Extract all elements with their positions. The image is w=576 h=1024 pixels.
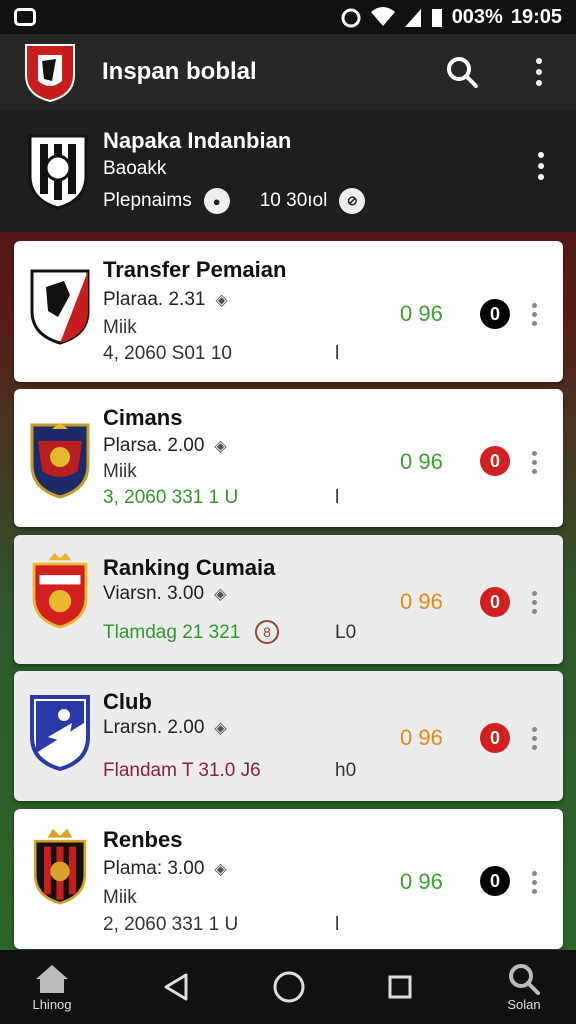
team-subtitle: Baoakk [103,158,167,179]
card-more-icon[interactable] [532,303,537,326]
alarm-icon [341,8,361,28]
card-line3-text: Flandam T 31.0 J6 [103,760,261,781]
header-overflow-icon[interactable] [538,152,544,180]
card-line3: 2, 2060 331 1 U l [103,914,339,936]
card-line1: Viarsn. 3.00 ◈ [103,583,226,605]
club-crest-icon [32,552,88,629]
card-line3: 3, 2060 331 1 U l [103,487,339,509]
card-line1: Plaraa. 2.31 ◈ [103,289,228,311]
home-circle-icon[interactable] [272,970,306,1004]
card-pill: 0 [480,446,510,476]
overflow-menu-icon[interactable] [524,58,554,86]
home-icon [36,964,68,993]
back-icon[interactable] [162,972,192,1002]
bottom-nav: Lhinog Solan [0,950,576,1024]
card-line3-text: 3, 2060 331 1 U [103,487,239,508]
diamond-icon: ◈ [215,292,228,309]
card-line2: Miik [103,317,137,338]
app-title: Inspan boblal [102,58,257,85]
card-title: Ranking Cumaia [103,555,276,580]
card-line3: Tlamdag 21 321 8 L0 [103,620,356,644]
card-line1-text: Plaraa. 2.31 [103,289,206,310]
card-line1: Plarsa. 2.00 ◈ [103,435,227,457]
club-crest-icon [33,828,87,905]
diamond-icon: ◈ [214,586,227,603]
card-line3-end: h0 [335,760,357,781]
wifi-icon [370,7,395,26]
card-title: Transfer Pemaian [103,257,287,282]
card-line1: Lrarsn. 2.00 ◈ [103,717,227,739]
stat-value: 10 30ıol [259,190,328,211]
card-more-icon[interactable] [532,591,537,614]
recents-icon[interactable] [386,973,414,1001]
card-score: 0 96 [400,725,443,750]
signal-icon [404,9,421,27]
notification-icon [14,8,36,26]
card-line3-text: 2, 2060 331 1 U [103,914,239,935]
club-crest-icon [30,423,90,499]
ball-icon: ⊘ [339,188,366,214]
card-line3: 4, 2060 S01 10 l [103,343,339,365]
card-more-icon[interactable] [532,871,537,894]
status-bar: 003% 19:05 [0,0,576,34]
card-pill: 0 [480,587,510,617]
club-crest-icon [30,269,90,345]
nav-search[interactable]: Solan [494,963,554,1012]
card-title: Cimans [103,405,183,430]
card-pill: 0 [480,866,510,896]
team-name: Napaka Indanbian [103,128,292,153]
nav-search-label: Solan [507,996,541,1012]
diamond-icon: ◈ [214,720,227,737]
app-logo-icon [25,44,75,103]
search-icon [509,963,540,995]
diamond-icon: ◈ [214,438,227,455]
card-line1-text: Viarsn. 3.00 [103,583,205,604]
copyright-icon: 8 [255,620,279,644]
card-line3-text: 4, 2060 S01 10 [103,343,232,364]
clock-time: 19:05 [510,5,562,28]
card-score: 0 96 [400,589,443,614]
diamond-icon: ◈ [214,861,227,878]
battery-icon [431,9,442,27]
team-crest-icon [28,134,88,210]
card-line3-end: l [335,914,340,935]
nav-home[interactable]: Lhinog [22,963,82,1012]
card-line1: Plama: 3.00 ◈ [103,858,227,880]
nav-home-label: Lhinog [32,996,72,1012]
team-stats: Plepnaims ● 10 30ıol ⊘ [103,188,366,214]
list-item[interactable]: Cimans Plarsa. 2.00 ◈ Miik 3, 2060 331 1 … [14,389,563,527]
card-score: 0 96 [400,449,443,474]
battery-text: 003% [451,5,503,28]
card-line1-text: Lrarsn. 2.00 [103,717,205,738]
list-item[interactable]: Renbes Plama: 3.00 ◈ Miik 2, 2060 331 1 U… [14,809,563,949]
stat-label: Plepnaims [103,190,192,211]
card-line1-text: Plama: 3.00 [103,858,205,879]
list-item[interactable]: Transfer Pemaian Plaraa. 2.31 ◈ Miik 4, 2… [14,241,563,382]
list-item[interactable]: Club Lrarsn. 2.00 ◈ Flandam T 31.0 J6 h0 0… [14,671,563,801]
card-more-icon[interactable] [532,451,537,474]
card-title: Club [103,689,152,714]
search-icon[interactable] [444,54,480,90]
card-pill: 0 [480,299,510,329]
card-title: Renbes [103,827,183,852]
apple-icon: ● [203,188,230,214]
app-bar: Inspan boblal [0,34,576,110]
card-line3-end: l [335,487,340,508]
card-line3-text: Tlamdag 21 321 [103,622,241,643]
card-more-icon[interactable] [532,727,537,750]
card-line1-text: Plarsa. 2.00 [103,435,205,456]
card-line2: Miik [103,461,137,482]
club-crest-icon [30,695,90,771]
card-line3: Flandam T 31.0 J6 h0 [103,760,356,782]
card-line3-end: l [335,343,340,364]
list-item[interactable]: Ranking Cumaia Viarsn. 3.00 ◈ Tlamdag 21 … [14,535,563,664]
card-score: 0 96 [400,301,443,326]
card-line3-end: L0 [335,622,357,643]
card-pill: 0 [480,723,510,753]
card-score: 0 96 [400,869,443,894]
team-header: Napaka Indanbian Baoakk Plepnaims ● 10 3… [0,110,576,232]
card-line2: Miik [103,887,137,908]
